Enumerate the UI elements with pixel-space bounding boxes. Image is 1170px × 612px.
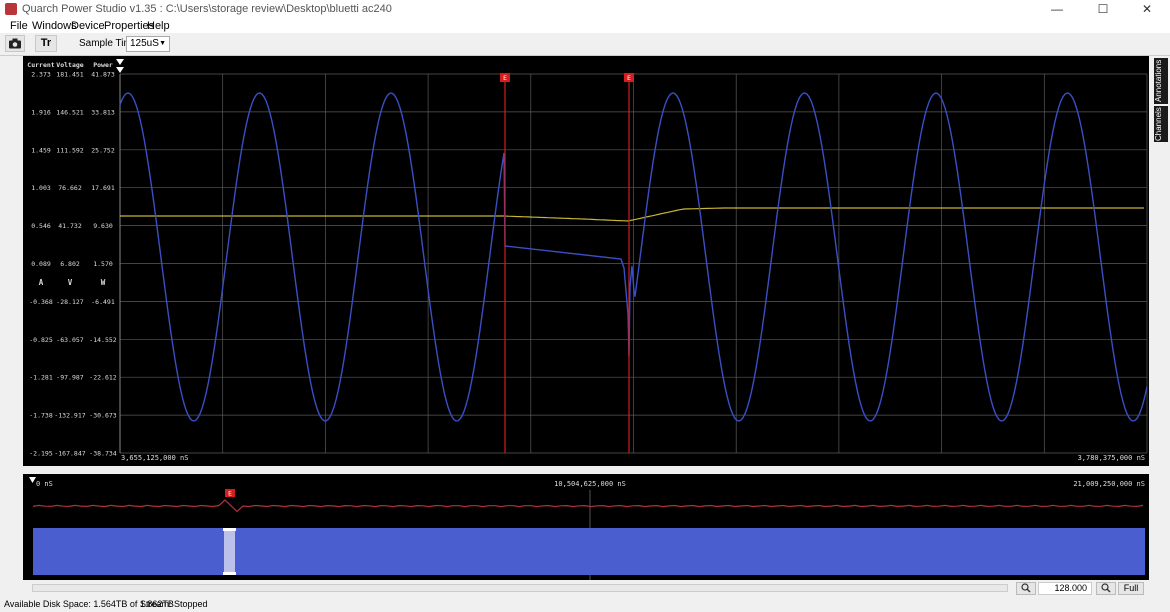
overview-selection[interactable] [223, 528, 236, 575]
stream-status: Stream: Stopped [140, 599, 208, 609]
zoom-out-button[interactable] [1096, 582, 1116, 595]
axis-tick-label: -22.612 [89, 374, 116, 382]
menu-help[interactable]: Help [147, 20, 170, 32]
screenshot-button[interactable] [5, 35, 25, 52]
axis-tick-label: -1.281 [29, 374, 53, 382]
overview-start-label: 0 nS [36, 480, 53, 488]
app-icon [5, 3, 17, 15]
zoom-in-button[interactable] [1016, 582, 1036, 595]
overview-end-label: 21,009,250,000 nS [1073, 480, 1145, 488]
menu-windows[interactable]: Windows [32, 20, 77, 32]
axis-tick-label: -28.127 [56, 298, 83, 306]
main-plot[interactable]: Current 2.373 1.916 1.459 1.003 0.546 0.089 -0.… [23, 56, 1149, 466]
sample-time-value: 125uS [130, 38, 159, 49]
axis-tick-label: 1.003 [31, 184, 51, 192]
axis-tick-label: -30.673 [89, 412, 116, 420]
menu-bar: File Windows Device Properties Help [0, 19, 1170, 33]
tab-channels[interactable]: Channels [1154, 106, 1168, 142]
zoom-full-button[interactable]: Full [1118, 582, 1144, 595]
title-bar: Quarch Power Studio v1.35 : C:\Users\sto… [0, 0, 1170, 20]
camera-icon [9, 38, 21, 49]
axis-tick-label: -0.368 [29, 298, 53, 306]
axis-tick-label: 25.752 [91, 146, 115, 154]
axis-tick-label: 41.732 [58, 222, 82, 230]
y-axis-labels: Current 2.373 1.916 1.459 1.003 0.546 0.089 -0.… [27, 61, 116, 458]
axis-tick-label: 181.451 [56, 71, 83, 79]
power-trace [120, 207, 1144, 222]
overview-labels: 0 nS 10,504,625,000 nS 21,009,250,000 nS [36, 480, 1145, 488]
axis-tick-label: 33.813 [91, 108, 115, 116]
axis-unit-label: V [68, 278, 73, 287]
selection-handle-top[interactable] [223, 528, 236, 531]
axis-tick-label: 111.592 [56, 146, 83, 154]
sample-time-select[interactable]: 125uS ▼ [126, 36, 170, 52]
axis-tick-label: 0.089 [31, 260, 51, 268]
overview-fill [33, 528, 1145, 575]
axis-tick-label: 146.521 [56, 108, 83, 116]
axis-tick-label: 2.373 [31, 71, 51, 79]
axis-unit-label: W [101, 278, 106, 287]
axis-tick-label: -167.847 [54, 450, 85, 458]
cursor-handles[interactable] [116, 59, 124, 73]
axis-tick-label: 1.916 [31, 108, 51, 116]
text-annotation-button[interactable]: Tr [35, 35, 57, 52]
selection-handle-bottom[interactable] [223, 572, 236, 575]
x-axis-labels: 3,655,125,000 nS 3,780,375,000 nS [121, 454, 1145, 462]
axis-unit-label: A [39, 278, 44, 287]
menu-device[interactable]: Device [71, 20, 105, 32]
axis-tick-label: 76.662 [58, 184, 82, 192]
zoom-out-icon [1101, 583, 1111, 593]
axis-tick-label: 17.691 [91, 184, 115, 192]
axis-tick-label: -97.987 [56, 374, 83, 382]
axis-tick-label: -38.734 [89, 450, 116, 458]
axis-tick-label: 41.873 [91, 71, 115, 79]
menu-file[interactable]: File [10, 20, 28, 32]
horizontal-scrollbar[interactable] [32, 584, 1008, 592]
overview-plot[interactable]: 0 nS 10,504,625,000 nS 21,009,250,000 nS… [23, 474, 1149, 580]
axis-tick-label: 1.570 [93, 260, 113, 268]
cursor-handle-icon[interactable] [116, 59, 124, 65]
tab-annotations[interactable]: Annotations [1154, 58, 1168, 104]
zoom-value[interactable]: 128.000 [1038, 582, 1092, 595]
close-button[interactable]: ✕ [1124, 0, 1170, 19]
overview-mid-label: 10,504,625,000 nS [554, 480, 626, 488]
axis-tick-label: -2.195 [29, 450, 53, 458]
axis-tick-label: -63.057 [56, 336, 83, 344]
axis-tick-label: 6.802 [60, 260, 80, 268]
overview-power-line [32, 499, 1144, 513]
axis-tick-label: -0.825 [29, 336, 53, 344]
maximize-button[interactable]: ☐ [1080, 0, 1126, 19]
axis-tick-label: -132.917 [54, 412, 85, 420]
axis-header-voltage: Voltage [56, 61, 83, 69]
overview-handle-icon[interactable] [29, 477, 36, 483]
marker-flag-label: E [228, 491, 232, 498]
axis-tick-label: -1.738 [29, 412, 53, 420]
x-start-label: 3,655,125,000 nS [121, 454, 188, 462]
cursor-handle-icon[interactable] [116, 67, 124, 73]
axis-header-power: Power [93, 61, 113, 69]
marker-flag-label: E [503, 75, 507, 82]
chevron-down-icon: ▼ [159, 40, 166, 47]
selection-window[interactable] [224, 528, 235, 575]
axis-tick-label: -6.491 [91, 298, 115, 306]
axis-tick-label: -14.552 [89, 336, 116, 344]
zoom-in-icon [1021, 583, 1031, 593]
zoom-controls: 128.000 Full [1012, 582, 1162, 596]
x-end-label: 3,780,375,000 nS [1078, 454, 1145, 462]
overview-marker[interactable]: E [225, 489, 235, 498]
status-bar: Available Disk Space: 1.564TB of 1.862TB… [0, 597, 1170, 612]
markers[interactable]: EE [500, 73, 634, 453]
axis-tick-label: 0.546 [31, 222, 51, 230]
marker-flag-label: E [627, 75, 631, 82]
axis-tick-label: 1.459 [31, 146, 51, 154]
toolbar: Tr Sample Time: 125uS ▼ [0, 33, 1170, 56]
right-side-panel: Annotations Channels [1152, 56, 1170, 586]
axis-tick-label: 9.630 [93, 222, 113, 230]
window-title: Quarch Power Studio v1.35 : C:\Users\sto… [22, 3, 392, 15]
axis-header-current: Current [27, 61, 54, 69]
minimize-button[interactable]: — [1034, 0, 1080, 19]
